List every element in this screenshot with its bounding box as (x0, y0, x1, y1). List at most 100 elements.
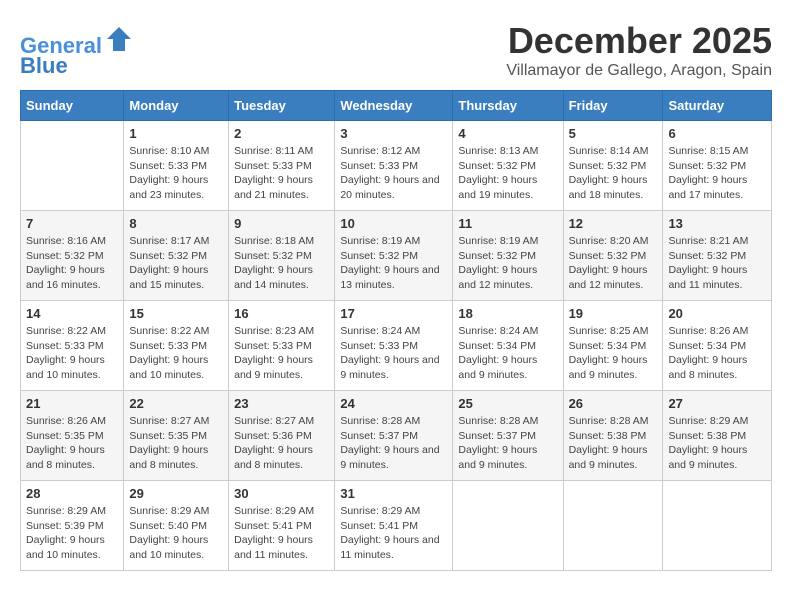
calendar-cell: 13 Sunrise: 8:21 AMSunset: 5:32 PMDayligh… (663, 211, 772, 301)
calendar-cell: 5Sunrise: 8:14 AMSunset: 5:32 PMDaylight… (563, 121, 663, 211)
calendar-cell: 8 Sunrise: 8:17 AMSunset: 5:32 PMDaylight… (124, 211, 229, 301)
day-number: 24 (340, 396, 447, 411)
weekday-header: Saturday (663, 91, 772, 121)
day-info: Sunrise: 8:26 AMSunset: 5:34 PMDaylight:… (668, 324, 766, 383)
day-info: Sunrise: 8:20 AMSunset: 5:32 PMDaylight:… (569, 234, 658, 293)
calendar-cell: 21 Sunrise: 8:26 AMSunset: 5:35 PMDayligh… (21, 391, 124, 481)
calendar-cell: 3Sunrise: 8:12 AMSunset: 5:33 PMDaylight… (335, 121, 453, 211)
month-title: December 2025 (506, 20, 772, 62)
calendar-cell: 9 Sunrise: 8:18 AMSunset: 5:32 PMDaylight… (229, 211, 335, 301)
day-number: 23 (234, 396, 329, 411)
day-info: Sunrise: 8:18 AMSunset: 5:32 PMDaylight:… (234, 234, 329, 293)
weekday-header: Monday (124, 91, 229, 121)
calendar-cell: 18 Sunrise: 8:24 AMSunset: 5:34 PMDayligh… (453, 301, 563, 391)
calendar-cell: 6 Sunrise: 8:15 AMSunset: 5:32 PMDaylight… (663, 121, 772, 211)
calendar-cell: 24 Sunrise: 8:28 AMSunset: 5:37 PMDayligh… (335, 391, 453, 481)
day-info: Sunrise: 8:19 AMSunset: 5:32 PMDaylight:… (458, 234, 557, 293)
day-number: 5 (569, 126, 658, 141)
calendar-cell (21, 121, 124, 211)
calendar-cell: 20 Sunrise: 8:26 AMSunset: 5:34 PMDayligh… (663, 301, 772, 391)
day-info: Sunrise: 8:22 AMSunset: 5:33 PMDaylight:… (129, 324, 223, 383)
day-number: 26 (569, 396, 658, 411)
day-number: 18 (458, 306, 557, 321)
logo-icon (105, 25, 133, 53)
calendar-cell: 29 Sunrise: 8:29 AMSunset: 5:40 PMDayligh… (124, 481, 229, 571)
day-number: 16 (234, 306, 329, 321)
day-info: Sunrise: 8:16 AMSunset: 5:32 PMDaylight:… (26, 234, 118, 293)
calendar-cell: 25Sunrise: 8:28 AMSunset: 5:37 PMDayligh… (453, 391, 563, 481)
day-info: Sunrise: 8:15 AMSunset: 5:32 PMDaylight:… (668, 144, 766, 203)
calendar-cell: 23 Sunrise: 8:27 AMSunset: 5:36 PMDayligh… (229, 391, 335, 481)
calendar-cell (453, 481, 563, 571)
logo: General Blue (20, 25, 133, 78)
day-info: Sunrise: 8:29 AMSunset: 5:38 PMDaylight:… (668, 414, 766, 473)
day-info: Sunrise: 8:27 AMSunset: 5:36 PMDaylight:… (234, 414, 329, 473)
weekday-header: Tuesday (229, 91, 335, 121)
day-number: 8 (129, 216, 223, 231)
day-number: 4 (458, 126, 557, 141)
title-section: December 2025 Villamayor de Gallego, Ara… (506, 20, 772, 80)
day-number: 21 (26, 396, 118, 411)
weekday-header: Thursday (453, 91, 563, 121)
location: Villamayor de Gallego, Aragon, Spain (506, 62, 772, 80)
day-info: Sunrise: 8:29 AMSunset: 5:40 PMDaylight:… (129, 504, 223, 563)
day-number: 27 (668, 396, 766, 411)
calendar-cell: 15 Sunrise: 8:22 AMSunset: 5:33 PMDayligh… (124, 301, 229, 391)
calendar-cell: 2 Sunrise: 8:11 AMSunset: 5:33 PMDaylight… (229, 121, 335, 211)
day-info: Sunrise: 8:26 AMSunset: 5:35 PMDaylight:… (26, 414, 118, 473)
day-number: 15 (129, 306, 223, 321)
calendar-week-row: 7Sunrise: 8:16 AMSunset: 5:32 PMDaylight… (21, 211, 772, 301)
day-info: Sunrise: 8:29 AMSunset: 5:41 PMDaylight:… (234, 504, 329, 563)
day-number: 12 (569, 216, 658, 231)
weekday-header: Wednesday (335, 91, 453, 121)
calendar-week-row: 14Sunrise: 8:22 AMSunset: 5:33 PMDayligh… (21, 301, 772, 391)
day-number: 20 (668, 306, 766, 321)
day-info: Sunrise: 8:12 AMSunset: 5:33 PMDaylight:… (340, 144, 447, 203)
day-info: Sunrise: 8:28 AMSunset: 5:37 PMDaylight:… (340, 414, 447, 473)
day-info: Sunrise: 8:13 AMSunset: 5:32 PMDaylight:… (458, 144, 557, 203)
calendar-cell: 17Sunrise: 8:24 AMSunset: 5:33 PMDayligh… (335, 301, 453, 391)
calendar-week-row: 1Sunrise: 8:10 AMSunset: 5:33 PMDaylight… (21, 121, 772, 211)
calendar-cell: 16 Sunrise: 8:23 AMSunset: 5:33 PMDayligh… (229, 301, 335, 391)
day-number: 6 (668, 126, 766, 141)
day-info: Sunrise: 8:24 AMSunset: 5:33 PMDaylight:… (340, 324, 447, 383)
calendar-header-row: SundayMondayTuesdayWednesdayThursdayFrid… (21, 91, 772, 121)
day-number: 11 (458, 216, 557, 231)
day-number: 30 (234, 486, 329, 501)
calendar-cell: 11 Sunrise: 8:19 AMSunset: 5:32 PMDayligh… (453, 211, 563, 301)
calendar-cell: 4 Sunrise: 8:13 AMSunset: 5:32 PMDaylight… (453, 121, 563, 211)
calendar-cell: 7Sunrise: 8:16 AMSunset: 5:32 PMDaylight… (21, 211, 124, 301)
day-info: Sunrise: 8:21 AMSunset: 5:32 PMDaylight:… (668, 234, 766, 293)
calendar-cell: 27 Sunrise: 8:29 AMSunset: 5:38 PMDayligh… (663, 391, 772, 481)
calendar-week-row: 28Sunrise: 8:29 AMSunset: 5:39 PMDayligh… (21, 481, 772, 571)
weekday-header: Friday (563, 91, 663, 121)
day-info: Sunrise: 8:22 AMSunset: 5:33 PMDaylight:… (26, 324, 118, 383)
day-number: 25 (458, 396, 557, 411)
weekday-header: Sunday (21, 91, 124, 121)
calendar-cell: 31 Sunrise: 8:29 AMSunset: 5:41 PMDayligh… (335, 481, 453, 571)
day-info: Sunrise: 8:28 AMSunset: 5:38 PMDaylight:… (569, 414, 658, 473)
calendar-cell (663, 481, 772, 571)
page-header: General Blue December 2025 Villamayor de… (20, 20, 772, 80)
calendar-cell: 12 Sunrise: 8:20 AMSunset: 5:32 PMDayligh… (563, 211, 663, 301)
calendar-cell: 30 Sunrise: 8:29 AMSunset: 5:41 PMDayligh… (229, 481, 335, 571)
day-number: 29 (129, 486, 223, 501)
day-info: Sunrise: 8:23 AMSunset: 5:33 PMDaylight:… (234, 324, 329, 383)
day-number: 13 (668, 216, 766, 231)
day-info: Sunrise: 8:17 AMSunset: 5:32 PMDaylight:… (129, 234, 223, 293)
day-info: Sunrise: 8:11 AMSunset: 5:33 PMDaylight:… (234, 144, 329, 203)
day-info: Sunrise: 8:29 AMSunset: 5:41 PMDaylight:… (340, 504, 447, 563)
calendar-table: SundayMondayTuesdayWednesdayThursdayFrid… (20, 90, 772, 571)
day-number: 31 (340, 486, 447, 501)
calendar-cell: 14Sunrise: 8:22 AMSunset: 5:33 PMDayligh… (21, 301, 124, 391)
day-info: Sunrise: 8:25 AMSunset: 5:34 PMDaylight:… (569, 324, 658, 383)
calendar-cell: 26 Sunrise: 8:28 AMSunset: 5:38 PMDayligh… (563, 391, 663, 481)
calendar-week-row: 21 Sunrise: 8:26 AMSunset: 5:35 PMDayligh… (21, 391, 772, 481)
day-number: 19 (569, 306, 658, 321)
day-number: 28 (26, 486, 118, 501)
day-info: Sunrise: 8:10 AMSunset: 5:33 PMDaylight:… (129, 144, 223, 203)
day-number: 2 (234, 126, 329, 141)
calendar-cell (563, 481, 663, 571)
day-info: Sunrise: 8:24 AMSunset: 5:34 PMDaylight:… (458, 324, 557, 383)
day-number: 9 (234, 216, 329, 231)
